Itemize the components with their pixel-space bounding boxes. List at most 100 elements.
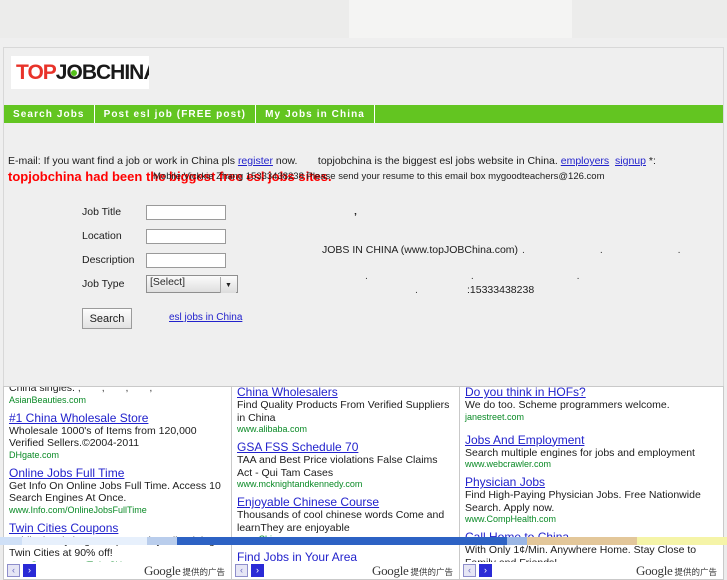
- google-ads-cn-label: 提供的广告: [674, 566, 717, 577]
- ad-next-arrow-icon[interactable]: ›: [251, 564, 264, 577]
- logo-wordmark: TOPJOBCHINA.com: [16, 62, 149, 83]
- search-button[interactable]: Search: [82, 308, 132, 329]
- google-ads-attribution: Google 提供的广告: [636, 563, 717, 579]
- ad-item[interactable]: China Wholesalers Find Quality Products …: [237, 387, 455, 435]
- nav-item-post-esl-job[interactable]: Post esl job (FREE post): [95, 105, 257, 123]
- ad-url: www.alibaba.com: [237, 424, 308, 434]
- ad-description: Find Quality Products From Verified Supp…: [237, 399, 450, 424]
- ad-description: TAA and Best Price violations False Clai…: [237, 454, 438, 479]
- ad-list: Do you think in HOFs? We do too. Scheme …: [465, 387, 719, 579]
- location-label: Location: [82, 230, 122, 242]
- signup-link[interactable]: signup: [615, 155, 646, 167]
- google-ads-attribution: Google 提供的广告: [144, 563, 225, 579]
- ad-footer: ‹ › Google 提供的广告: [232, 562, 459, 579]
- nav-item-label: Post esl job (FREE post): [103, 108, 247, 120]
- ad-title-link[interactable]: Online Jobs Full Time: [9, 466, 227, 480]
- ad-title-link[interactable]: Do you think in HOFs?: [465, 387, 719, 399]
- ad-item[interactable]: Physician Jobs Find High-Paying Physicia…: [465, 475, 719, 525]
- promo-dots-1: . . .: [522, 244, 717, 256]
- nav-item-label: My Jobs in China: [265, 108, 365, 120]
- ad-item[interactable]: Jobs And Employment Search multiple engi…: [465, 433, 719, 471]
- taskbar-segment: [22, 537, 147, 545]
- ad-title-link[interactable]: China Wholesalers: [237, 387, 455, 399]
- esl-jobs-in-china-link[interactable]: esl jobs in China: [169, 312, 242, 323]
- logo-o-with-dot: O: [66, 62, 82, 83]
- promo-line-2: JOBS IN CHINA (www.topJOBChina.com): [322, 244, 519, 256]
- location-input[interactable]: [146, 228, 226, 244]
- nav-item-label: Search Jobs: [13, 108, 85, 120]
- ad-description: Search multiple engines for jobs and emp…: [465, 446, 695, 459]
- os-taskbar-strip: [0, 537, 727, 545]
- ad-description: We do too. Scheme programmers welcome.: [465, 399, 670, 411]
- taskbar-segment: [147, 537, 177, 545]
- form-row-description: Description: [4, 248, 334, 272]
- ad-url: janestreet.com: [465, 411, 525, 422]
- register-link[interactable]: register: [238, 155, 273, 167]
- taskbar-segment: [0, 537, 22, 545]
- google-ads-attribution: Google 提供的广告: [372, 563, 453, 579]
- ad-url: AsianBeauties.com: [9, 394, 87, 405]
- ad-prev-arrow-icon[interactable]: ‹: [463, 564, 476, 577]
- ad-description-dots: , , , ,: [77, 386, 162, 394]
- taskbar-segment: [637, 537, 727, 545]
- ad-title-link[interactable]: Jobs And Employment: [465, 433, 719, 447]
- employers-link[interactable]: employers: [561, 155, 609, 167]
- ad-column-3: Do you think in HOFs? We do too. Scheme …: [459, 386, 724, 580]
- job-type-selected-value: [Select]: [150, 276, 186, 288]
- google-ads-row: China singles. , , , , AsianBeauties.com…: [3, 386, 724, 580]
- description-label: Description: [82, 254, 135, 266]
- nav-item-search-jobs[interactable]: Search Jobs: [4, 105, 95, 123]
- google-wordmark: Google: [144, 562, 181, 578]
- promo-phone-number: :15333438238: [467, 284, 535, 296]
- job-title-input[interactable]: [146, 204, 226, 220]
- promo-line-4: .: [415, 284, 452, 296]
- browser-tab[interactable]: JOBS IN CHINA ,ESL job: [349, 0, 572, 38]
- promo-text-block: ’ JOBS IN CHINA (www.topJOBChina.com) . …: [322, 200, 722, 330]
- notice-middle-text: topjobchina is the biggest esl jobs webs…: [317, 155, 558, 167]
- ad-description: Find High-Paying Physician Jobs. Free Na…: [465, 489, 701, 514]
- nav-item-my-jobs-in-china[interactable]: My Jobs in China: [256, 105, 375, 123]
- form-row-job-type: Job Type [Select] ▼: [4, 272, 334, 296]
- ad-url: www.CompHealth.com: [465, 514, 557, 524]
- logo-top-text: TOP: [16, 61, 57, 84]
- job-title-label: Job Title: [82, 206, 122, 218]
- job-type-select-wrapper: [Select] ▼: [146, 275, 238, 293]
- google-wordmark: Google: [636, 562, 673, 578]
- ad-title-link[interactable]: Physician Jobs: [465, 475, 719, 489]
- form-row-job-title: Job Title: [4, 200, 334, 224]
- ad-description: Wholesale 1000's of Items from 120,000 V…: [9, 424, 197, 450]
- ad-title-link[interactable]: Twin Cities Coupons: [9, 521, 227, 535]
- ad-description: China singles. , , , ,: [9, 386, 227, 395]
- notice-lead-text: E-mail: If you want find a job or work i…: [8, 155, 238, 167]
- site-logo[interactable]: TOPJOBCHINA.com: [11, 56, 149, 89]
- page-body: TOPJOBCHINA.com Search Jobs Post esl job…: [0, 38, 727, 580]
- ad-item[interactable]: Online Jobs Full Time Get Info On Online…: [9, 466, 227, 516]
- ad-title-link[interactable]: Enjoyable Chinese Course: [237, 495, 455, 509]
- promo-line-1: ’: [354, 211, 357, 223]
- search-actions-row: Search esl jobs in China: [4, 304, 334, 338]
- notice-second-line: Mobile:Vickkie Zhang 15333438238 Please …: [8, 169, 723, 185]
- job-type-label: Job Type: [82, 278, 125, 290]
- job-type-select[interactable]: [Select] ▼: [146, 275, 238, 293]
- logo-green-dot: [71, 69, 78, 76]
- ad-url: www.Info.com/OnlineJobsFullTime: [9, 504, 147, 515]
- ad-url: DHgate.com: [9, 449, 60, 460]
- ad-list: China singles. , , , , AsianBeauties.com…: [9, 386, 227, 576]
- ad-item[interactable]: #1 China Wholesale Store Wholesale 1000'…: [9, 411, 227, 461]
- google-wordmark: Google: [372, 562, 409, 578]
- ad-prev-arrow-icon[interactable]: ‹: [235, 564, 248, 577]
- ad-column-1: China singles. , , , , AsianBeauties.com…: [3, 386, 232, 580]
- mobile-contact-note: Mobile:Vickkie Zhang 15333438238 Please …: [153, 171, 605, 182]
- ad-next-arrow-icon[interactable]: ›: [23, 564, 36, 577]
- logo-j: J: [55, 61, 68, 84]
- taskbar-segment: [507, 537, 527, 545]
- ad-title-link[interactable]: GSA FSS Schedule 70: [237, 440, 455, 454]
- ad-prev-arrow-icon[interactable]: ‹: [7, 564, 20, 577]
- ad-item[interactable]: China singles. , , , , AsianBeauties.com: [9, 386, 227, 406]
- ad-item[interactable]: GSA FSS Schedule 70 TAA and Best Price v…: [237, 440, 455, 490]
- ad-url: www.mcknightandkennedy.com: [237, 479, 363, 489]
- description-input[interactable]: [146, 252, 226, 268]
- ad-next-arrow-icon[interactable]: ›: [479, 564, 492, 577]
- ad-item[interactable]: Do you think in HOFs? We do too. Scheme …: [465, 387, 719, 423]
- ad-title-link[interactable]: #1 China Wholesale Store: [9, 411, 227, 425]
